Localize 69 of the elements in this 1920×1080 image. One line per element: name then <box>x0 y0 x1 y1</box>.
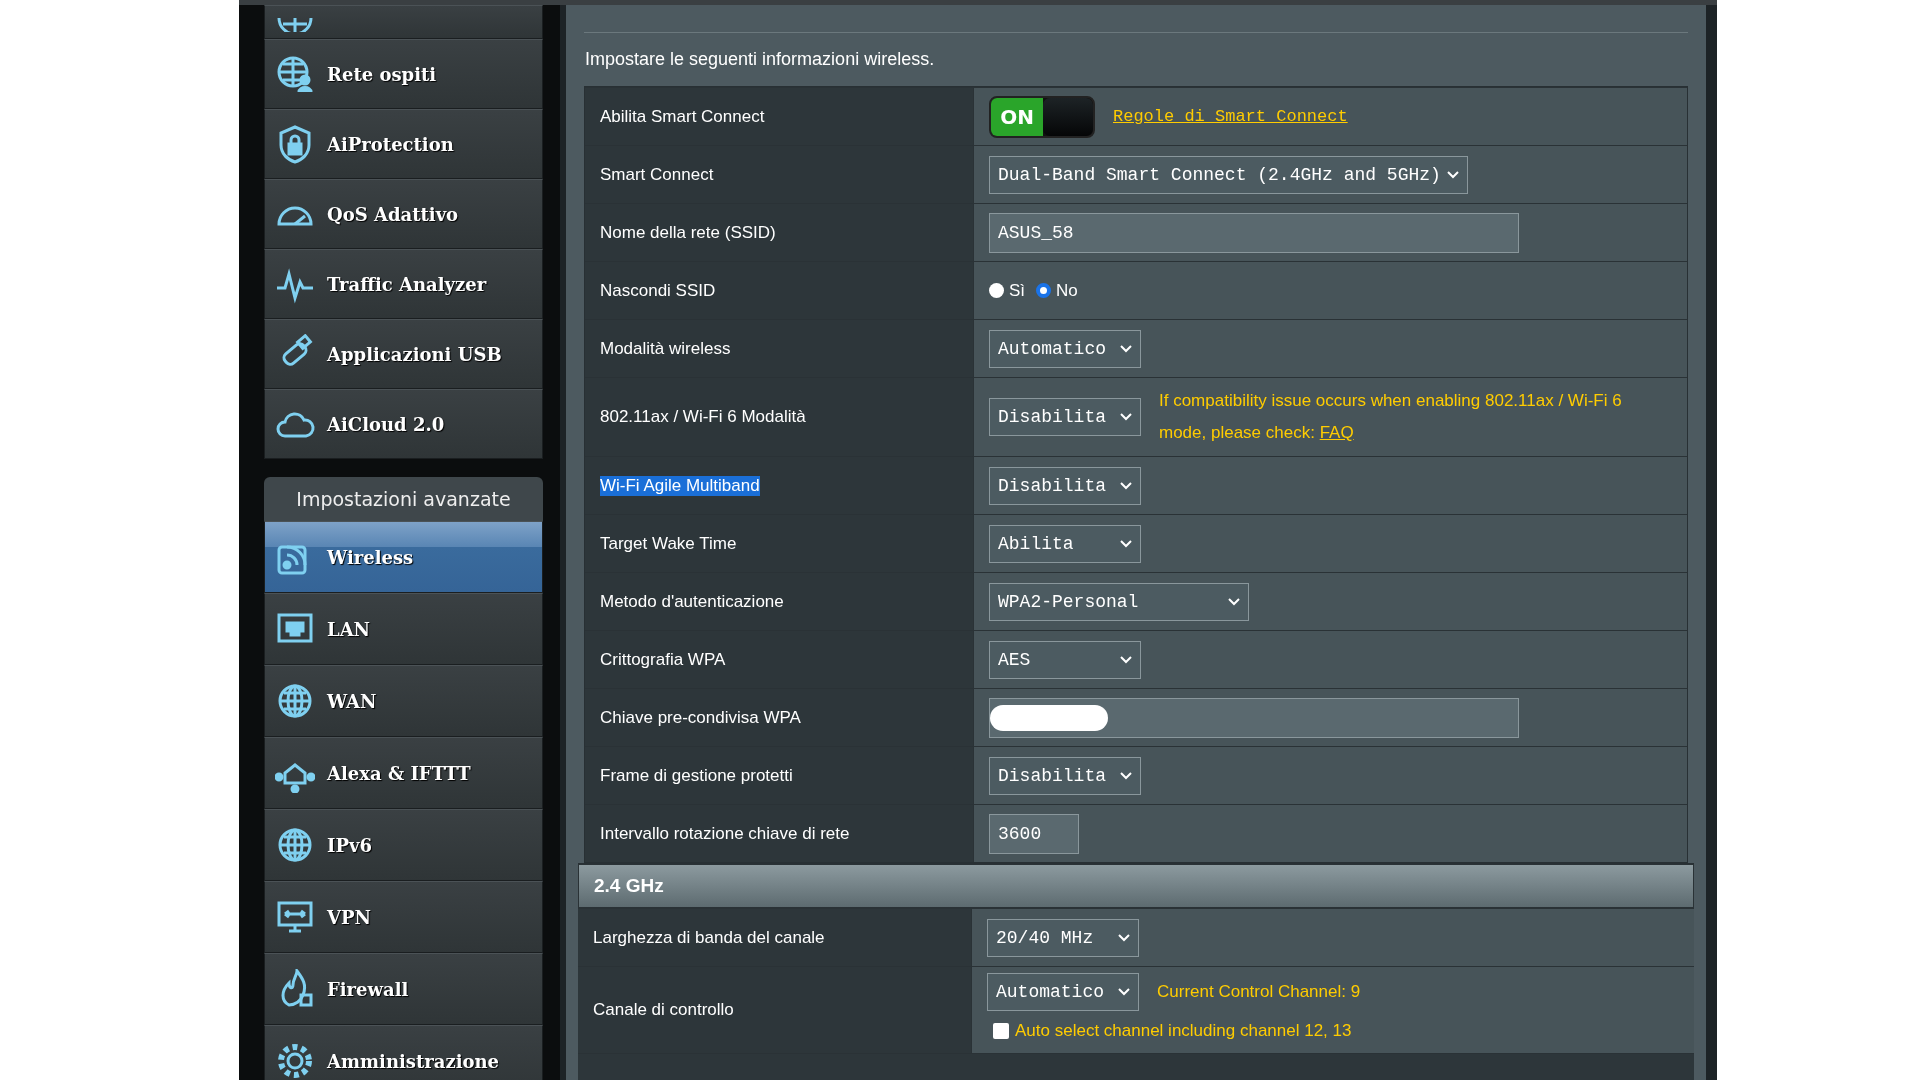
smart-connect-rules-link[interactable]: Regole di Smart Connect <box>1113 107 1348 126</box>
dropdown[interactable]: 20/40 MHz <box>987 918 1139 957</box>
menu-item[interactable]: AiCloud 2.0 <box>264 389 543 460</box>
field-label: Crittografia WPA <box>600 649 726 670</box>
caret-icon <box>1120 539 1132 548</box>
field-label: Nascondi SSID <box>600 280 716 301</box>
caret-icon <box>1120 655 1132 664</box>
field-label: Smart Connect <box>600 164 714 185</box>
globe-icon <box>275 18 315 33</box>
menu-item[interactable]: WAN <box>264 665 543 738</box>
caret-icon <box>1120 771 1132 780</box>
caret-icon <box>1120 413 1132 421</box>
field-label: 802.11ax / Wi-Fi 6 Modalità <box>600 407 806 427</box>
note-text: If compatibility issue occurs when enabling 802.11ax / Wi-Fi 6 mode, please check: FAQ <box>1159 390 1623 444</box>
checkbox-label[interactable]: Auto select channel including channel 12, 13 <box>1015 1015 1352 1047</box>
text-field[interactable]: 3600 <box>989 813 1079 854</box>
field-label: Metodo d'autenticazione <box>600 591 784 612</box>
dropdown[interactable]: Automatico <box>987 973 1139 1011</box>
menu-item[interactable]: Traffic Analyzer <box>264 249 543 320</box>
field-label: Wi-Fi Agile Multiband <box>600 475 760 496</box>
radio-button[interactable] <box>989 283 1004 298</box>
menu-item[interactable]: LAN <box>264 593 543 666</box>
menu-item[interactable]: Amministrazione <box>264 1025 543 1080</box>
note-text: Current Control Channel: 9 <box>1157 981 1361 1003</box>
text-field[interactable]: ASUS_58 <box>989 212 1519 253</box>
field-label: Intervallo rotazione chiave di rete <box>600 823 850 844</box>
menu-item[interactable]: VPN <box>264 881 543 954</box>
dropdown[interactable]: Abilita <box>989 524 1141 563</box>
globe-people-icon <box>275 54 315 95</box>
text-field[interactable] <box>989 697 1519 738</box>
menu-item[interactable]: AiProtection <box>264 109 543 180</box>
faq-link[interactable]: FAQ <box>1319 423 1354 442</box>
caret-icon <box>1118 988 1130 996</box>
field-label: Frame di gestione protetti <box>600 765 793 786</box>
dropdown[interactable]: AES <box>989 640 1141 679</box>
dropdown[interactable]: Dual-Band Smart Connect (2.4GHz and 5GHz) <box>989 155 1468 194</box>
dropdown[interactable]: Automatico <box>989 329 1141 368</box>
caret-icon <box>1120 344 1132 353</box>
dropdown[interactable]: Disabilita <box>989 466 1141 505</box>
caret-icon <box>1120 481 1132 490</box>
menu-item[interactable]: Rete ospiti <box>264 39 543 110</box>
checkbox[interactable] <box>993 1023 1009 1039</box>
intro-text: Impostare le seguenti informazioni wireless. <box>585 49 936 70</box>
dropdown[interactable]: WPA2-Personal <box>989 582 1249 621</box>
menu-item[interactable]: Applicazioni USB <box>264 319 543 390</box>
menu-item[interactable]: Alexa & IFTTT <box>264 737 543 810</box>
menu-item[interactable]: QoS Adattivo <box>264 179 543 250</box>
menu-item[interactable]: Wireless <box>264 521 543 594</box>
field-label: Larghezza di banda del canale <box>593 927 825 948</box>
caret-icon <box>1118 933 1130 942</box>
field-label: Modalità wireless <box>600 338 731 359</box>
radio-label[interactable]: No <box>1056 280 1078 301</box>
field-label: Abilita Smart Connect <box>600 106 765 127</box>
field-label: Nome della rete (SSID) <box>600 222 776 243</box>
menu-item[interactable] <box>264 5 543 40</box>
dropdown[interactable]: Disabilita <box>989 756 1141 795</box>
field-label: Canale di controllo <box>593 1000 734 1020</box>
field-label: Target Wake Time <box>600 533 737 554</box>
menu-item[interactable]: IPv6 <box>264 809 543 882</box>
menu-item[interactable]: Firewall <box>264 953 543 1026</box>
section-header: 2.4 GHz <box>578 864 1694 908</box>
radio-button[interactable] <box>1036 283 1052 298</box>
gear-icon <box>275 1041 315 1080</box>
caret-icon <box>1228 597 1240 606</box>
caret-icon <box>1446 170 1459 179</box>
menu-section-header: Impostazioni avanzate <box>264 477 543 522</box>
dropdown[interactable]: Disabilita <box>989 398 1141 436</box>
radio-label[interactable]: Sì <box>1009 280 1026 301</box>
field-label: Chiave pre-condivisa WPA <box>600 707 801 728</box>
